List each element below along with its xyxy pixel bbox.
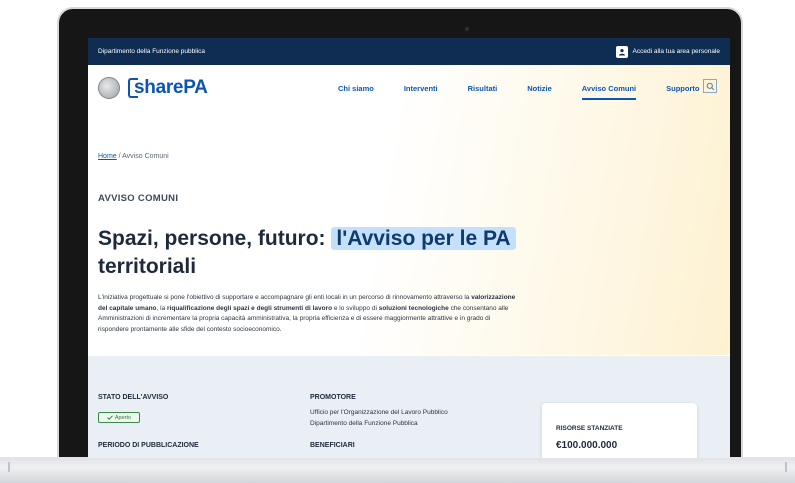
page-title: Spazi, persone, futuro: l'Avviso per le … <box>98 225 518 281</box>
status-badge: Aperto <box>98 412 140 423</box>
intro-text-2: , la <box>156 304 168 312</box>
resources-label: RISORSE STANZIATE <box>556 425 623 432</box>
intro-paragraph: L'iniziativa progettuale si pone l'obiet… <box>98 293 518 336</box>
status-value: Aperto <box>114 414 132 421</box>
breadcrumb: Home / Avviso Comuni <box>98 153 169 160</box>
promoter-line-2: Dipartimento della Funzione Pubblica <box>310 420 418 427</box>
nav-item-interventi[interactable]: Interventi <box>404 65 438 111</box>
top-bar: Dipartimento della Funzione pubblica Acc… <box>88 38 730 65</box>
brand-wordmark: sharePA <box>128 77 208 99</box>
page-eyebrow: AVVISO COMUNI <box>98 193 179 204</box>
intro-text-1: L'iniziativa progettuale si pone l'obiet… <box>98 294 472 301</box>
brand-name: sharePA <box>134 77 208 98</box>
laptop-base-edge-right <box>785 462 787 472</box>
camera-dot <box>465 27 469 31</box>
laptop-base-edge-left <box>8 462 10 472</box>
nav-item-avviso-comuni[interactable]: Avviso Comuni <box>581 65 637 111</box>
laptop-base <box>0 457 795 483</box>
title-rest: territoriali <box>98 255 197 278</box>
nav-item-supporto[interactable]: Supporto <box>666 65 699 111</box>
title-plain: Spazi, persone, futuro: <box>98 227 332 250</box>
breadcrumb-current: Avviso Comuni <box>122 153 169 160</box>
resources-value: €100.000.000 <box>556 440 618 451</box>
intro-bold-2: riqualificazione degli spazi e degli str… <box>167 304 333 312</box>
italian-republic-emblem-icon <box>98 77 120 99</box>
resources-card: RISORSE STANZIATE €100.000.000 <box>542 403 697 458</box>
nav-item-notizie[interactable]: Notizie <box>527 65 552 111</box>
search-icon <box>706 82 714 90</box>
period-label: PERIODO DI PUBBLICAZIONE <box>98 442 199 449</box>
nav-item-chi-siamo[interactable]: Chi siamo <box>338 65 374 111</box>
check-icon <box>107 415 113 420</box>
beneficiaries-label: BENEFICIARI <box>310 442 355 449</box>
user-icon <box>615 45 628 58</box>
search-button[interactable] <box>703 79 717 93</box>
breadcrumb-home[interactable]: Home <box>98 153 117 160</box>
intro-text-3: e lo sviluppo di <box>332 304 379 312</box>
hero-section: sharePA Chi siamo Interventi Risultati N… <box>88 65 730 355</box>
intro-bold-3: soluzioni tecnologiche <box>378 304 449 312</box>
title-highlight: l'Avviso per le PA <box>331 227 516 250</box>
details-section: STATO DELL'AVVISO Aperto PERIODO DI PUBB… <box>88 356 730 458</box>
browser-screen: Dipartimento della Funzione pubblica Acc… <box>88 38 730 458</box>
promoter-label: PROMOTORE <box>310 394 356 401</box>
department-link[interactable]: Dipartimento della Funzione pubblica <box>98 48 205 55</box>
site-header: sharePA Chi siamo Interventi Risultati N… <box>88 65 730 111</box>
login-label: Accedi alla tua area personale <box>632 48 720 55</box>
nav-item-risultati[interactable]: Risultati <box>468 65 498 111</box>
promoter-line-1: Ufficio per l'Organizzazione del Lavoro … <box>310 409 448 416</box>
main-nav: Chi siamo Interventi Risultati Notizie A… <box>338 65 729 111</box>
site-logo[interactable]: sharePA <box>98 77 208 99</box>
login-link[interactable]: Accedi alla tua area personale <box>615 45 720 58</box>
status-label: STATO DELL'AVVISO <box>98 394 169 401</box>
